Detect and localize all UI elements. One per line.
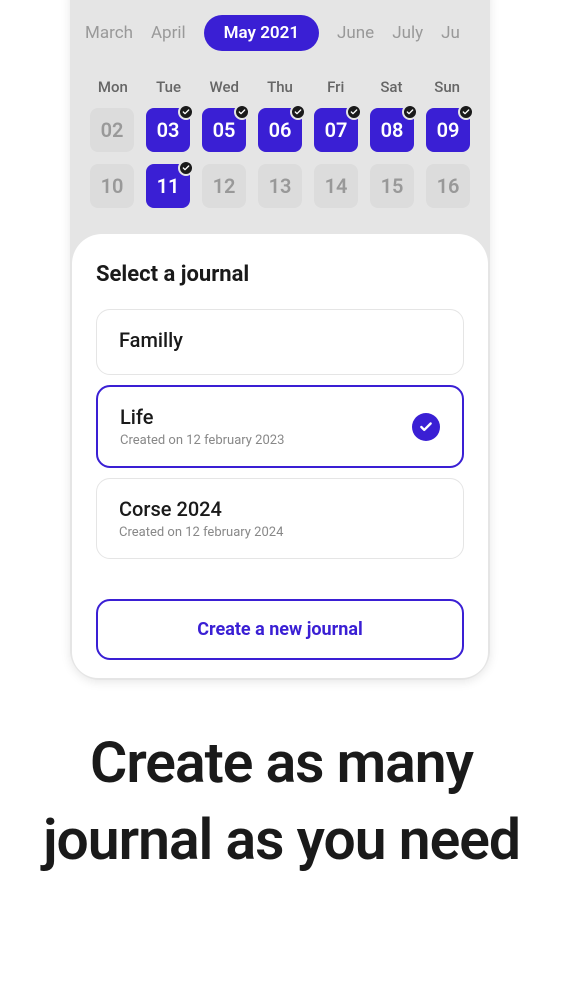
check-icon [178, 160, 194, 176]
journal-content: Life Created on 12 february 2023 [120, 405, 284, 448]
calendar-day[interactable]: 13 [258, 164, 302, 208]
month-tab[interactable]: April [151, 23, 186, 43]
calendar-day[interactable]: 02 [90, 108, 134, 152]
calendar-day[interactable]: 08 [370, 108, 414, 152]
calendar-day[interactable]: 07 [314, 108, 358, 152]
calendar-day[interactable]: 05 [202, 108, 246, 152]
phone-frame: March April May 2021 June July Ju Mon Tue Wed Th… [70, 0, 490, 680]
calendar-day[interactable]: 11 [146, 164, 190, 208]
journal-content: Familly [119, 328, 183, 356]
month-tab[interactable]: June [337, 23, 374, 43]
modal-title: Select a journal [96, 262, 464, 287]
journal-content: Corse 2024 Created on 12 february 2024 [119, 497, 283, 540]
journal-item[interactable]: Corse 2024 Created on 12 february 2024 [96, 478, 464, 559]
calendar-day[interactable]: 06 [258, 108, 302, 152]
calendar-day[interactable]: 16 [426, 164, 470, 208]
calendar-day[interactable]: 12 [202, 164, 246, 208]
day-header: Fri [313, 78, 359, 96]
day-header: Wed [201, 78, 247, 96]
selected-check-icon [412, 413, 440, 441]
journal-meta: Created on 12 february 2024 [119, 525, 283, 540]
month-tabs: March April May 2021 June July Ju [80, 0, 480, 56]
marketing-headline: Create as many journal as you need [0, 725, 563, 879]
select-journal-modal: Select a journal Familly Life Created on 1… [72, 234, 488, 678]
day-header: Sat [369, 78, 415, 96]
day-header: Thu [257, 78, 303, 96]
journal-meta: Created on 12 february 2023 [120, 433, 284, 448]
day-header: Sun [424, 78, 470, 96]
check-icon [290, 104, 306, 120]
journal-item[interactable]: Familly [96, 309, 464, 375]
month-tab[interactable]: March [85, 23, 133, 43]
check-icon [234, 104, 250, 120]
month-tab[interactable]: May 2021 [204, 15, 319, 51]
month-tab[interactable]: July [392, 23, 423, 43]
journal-name: Life [120, 405, 284, 429]
journal-item[interactable]: Life Created on 12 february 2023 [96, 385, 464, 468]
calendar-day[interactable]: 09 [426, 108, 470, 152]
check-icon [402, 104, 418, 120]
month-tab[interactable]: Ju [441, 23, 460, 43]
check-icon [458, 104, 474, 120]
day-header: Mon [90, 78, 136, 96]
calendar-day[interactable]: 03 [146, 108, 190, 152]
calendar-day[interactable]: 14 [314, 164, 358, 208]
journal-name: Familly [119, 328, 183, 352]
check-icon [178, 104, 194, 120]
calendar-grid: 02 03 05 06 07 08 09 10 11 12 13 14 15 16 [80, 108, 480, 208]
create-journal-button[interactable]: Create a new journal [96, 599, 464, 660]
calendar-day[interactable]: 15 [370, 164, 414, 208]
calendar-day[interactable]: 10 [90, 164, 134, 208]
day-header: Tue [146, 78, 192, 96]
day-headers-row: Mon Tue Wed Thu Fri Sat Sun [80, 56, 480, 108]
check-icon [346, 104, 362, 120]
calendar-area: March April May 2021 June July Ju Mon Tue Wed Th… [70, 0, 490, 218]
journal-name: Corse 2024 [119, 497, 283, 521]
